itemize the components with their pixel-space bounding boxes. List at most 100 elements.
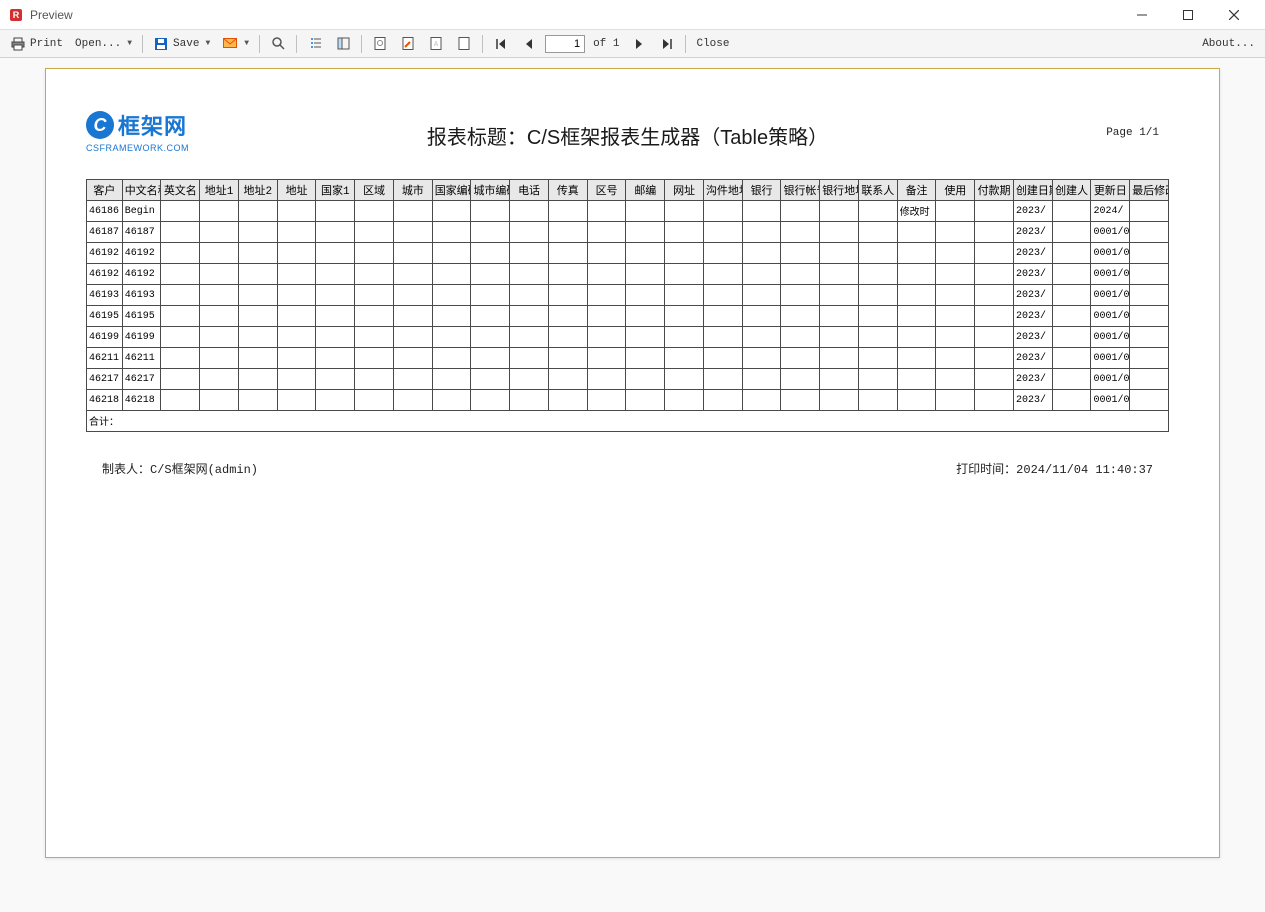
table-cell	[1130, 222, 1169, 243]
table-cell: 0001/0	[1091, 264, 1130, 285]
col-header: 城市	[393, 180, 432, 201]
table-cell	[781, 348, 820, 369]
save-button[interactable]: Save▼	[149, 34, 214, 54]
table-cell	[471, 222, 510, 243]
table-cell	[161, 327, 200, 348]
table-cell	[316, 264, 355, 285]
table-cell	[355, 201, 394, 222]
table-cell	[316, 306, 355, 327]
table-cell	[238, 222, 277, 243]
table-cell	[626, 327, 665, 348]
table-cell	[277, 348, 316, 369]
watermark-button[interactable]: A	[424, 34, 448, 54]
table-cell	[781, 264, 820, 285]
table-cell	[200, 222, 239, 243]
table-cell	[665, 306, 704, 327]
table-cell	[858, 306, 897, 327]
table-cell	[1052, 285, 1091, 306]
table-cell	[277, 264, 316, 285]
print-button[interactable]: Print	[6, 34, 67, 54]
table-cell	[471, 390, 510, 411]
table-cell	[665, 222, 704, 243]
table-cell	[626, 285, 665, 306]
table-cell	[1130, 327, 1169, 348]
table-cell	[936, 348, 975, 369]
col-header: 创建日期	[1013, 180, 1052, 201]
page-setup-button[interactable]	[368, 34, 392, 54]
first-icon	[493, 36, 509, 52]
table-cell	[393, 285, 432, 306]
table-cell	[277, 306, 316, 327]
separator	[259, 35, 260, 53]
first-page-button[interactable]	[489, 34, 513, 54]
col-header: 国家编码	[432, 180, 471, 201]
open-button[interactable]: Open...▼	[71, 36, 136, 52]
last-page-button[interactable]	[655, 34, 679, 54]
table-cell: 46199	[87, 327, 123, 348]
table-cell	[858, 369, 897, 390]
next-page-button[interactable]	[627, 34, 651, 54]
table-cell	[665, 390, 704, 411]
table-cell: 0001/0	[1091, 390, 1130, 411]
table-cell	[200, 285, 239, 306]
open-label: Open...	[75, 38, 121, 50]
separator	[685, 35, 686, 53]
table-cell	[858, 201, 897, 222]
table-cell	[626, 201, 665, 222]
maximize-button[interactable]	[1165, 0, 1211, 30]
table-cell	[471, 201, 510, 222]
table-cell	[587, 201, 626, 222]
table-cell	[703, 264, 742, 285]
find-button[interactable]	[266, 34, 290, 54]
table-row: 46195461952023/0001/0	[87, 306, 1169, 327]
table-cell	[703, 201, 742, 222]
separator	[361, 35, 362, 53]
table-cell	[548, 327, 587, 348]
table-cell	[355, 243, 394, 264]
prev-page-button[interactable]	[517, 34, 541, 54]
table-cell	[781, 243, 820, 264]
table-cell	[665, 369, 704, 390]
table-cell	[393, 243, 432, 264]
table-cell	[665, 201, 704, 222]
table-cell	[742, 243, 781, 264]
table-cell	[742, 306, 781, 327]
thumbnails-button[interactable]	[331, 34, 355, 54]
table-cell	[393, 222, 432, 243]
close-preview-button[interactable]: Close	[692, 36, 733, 52]
col-header: 英文名	[161, 180, 200, 201]
page-number-input[interactable]	[545, 35, 585, 53]
col-header: 邮编	[626, 180, 665, 201]
table-cell	[936, 285, 975, 306]
table-cell: 46187	[87, 222, 123, 243]
table-cell	[393, 369, 432, 390]
close-window-button[interactable]	[1211, 0, 1257, 30]
table-cell	[820, 243, 859, 264]
table-cell	[471, 264, 510, 285]
table-cell	[587, 390, 626, 411]
table-cell	[626, 390, 665, 411]
table-cell	[510, 348, 549, 369]
table-cell	[626, 306, 665, 327]
prev-icon	[521, 36, 537, 52]
about-button[interactable]: About...	[1198, 36, 1259, 52]
table-cell	[393, 348, 432, 369]
table-cell: 46195	[87, 306, 123, 327]
minimize-button[interactable]	[1119, 0, 1165, 30]
table-cell	[1052, 243, 1091, 264]
table-cell	[587, 327, 626, 348]
table-cell	[471, 285, 510, 306]
preview-canvas[interactable]: C 框架网 CSFRAMEWORK.COM 报表标题：C/S框架报表生成器（Ta…	[0, 58, 1265, 912]
page-break-button[interactable]	[452, 34, 476, 54]
edit-button[interactable]	[396, 34, 420, 54]
table-cell	[510, 264, 549, 285]
table-cell	[161, 285, 200, 306]
table-cell: 46211	[87, 348, 123, 369]
table-row: 46217462172023/0001/0	[87, 369, 1169, 390]
email-button[interactable]: ▼	[218, 34, 253, 54]
outline-button[interactable]	[303, 34, 327, 54]
table-cell	[587, 243, 626, 264]
table-cell	[703, 369, 742, 390]
table-cell	[355, 264, 394, 285]
about-label: About...	[1202, 38, 1255, 50]
